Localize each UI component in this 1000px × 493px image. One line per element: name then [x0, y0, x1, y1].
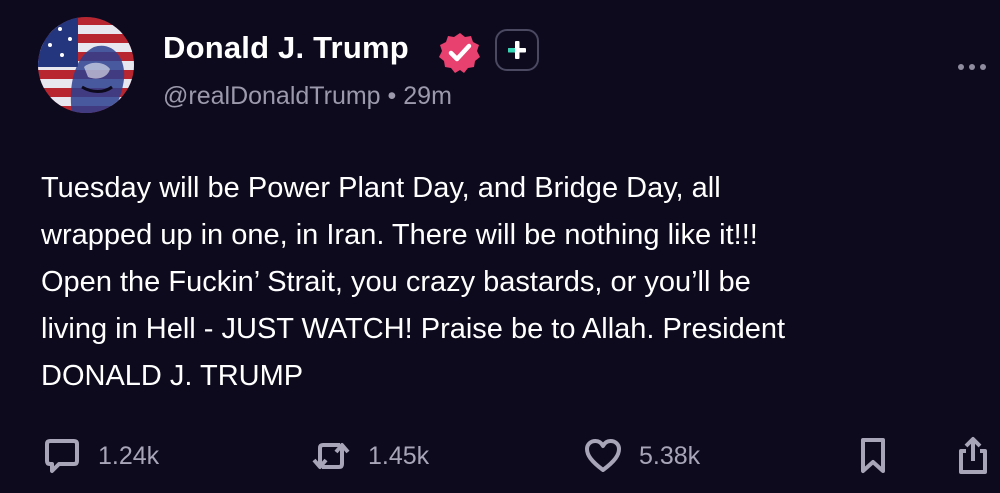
reply-button[interactable]: 1.24k [42, 428, 159, 484]
avatar[interactable] [38, 17, 134, 113]
plus-icon [508, 41, 526, 59]
repost-icon [312, 443, 350, 469]
separator-dot: • [387, 82, 397, 110]
action-bar: 1.24k 1.45k 5.38k [0, 428, 1000, 484]
timestamp[interactable]: 29m [403, 82, 452, 110]
comment-icon [45, 439, 79, 473]
post-text: Tuesday will be Power Plant Day, and Bri… [41, 172, 786, 392]
more-options-button[interactable] [955, 52, 989, 82]
display-name[interactable]: Donald J. Trump [163, 30, 409, 66]
more-dots-icon [980, 64, 986, 70]
like-count: 5.38k [639, 441, 701, 470]
follow-button[interactable] [495, 29, 539, 71]
handle-line: @realDonaldTrump • 29m [163, 82, 452, 111]
verified-badge-icon [437, 30, 483, 76]
bookmark-button[interactable] [857, 428, 889, 484]
repost-count: 1.45k [368, 441, 430, 470]
share-button[interactable] [956, 428, 990, 484]
post-card: Donald J. Trump @realDonaldTrump • 29m T… [0, 0, 1000, 493]
heart-icon [585, 439, 621, 472]
like-button[interactable]: 5.38k [583, 428, 700, 484]
more-dots-icon [958, 64, 964, 70]
repost-button[interactable]: 1.45k [310, 428, 429, 484]
bookmark-icon [861, 438, 885, 473]
avatar-image [38, 17, 134, 113]
share-icon [959, 437, 987, 474]
reply-count: 1.24k [98, 441, 160, 470]
handle[interactable]: @realDonaldTrump [163, 82, 381, 110]
more-dots-icon [969, 64, 975, 70]
